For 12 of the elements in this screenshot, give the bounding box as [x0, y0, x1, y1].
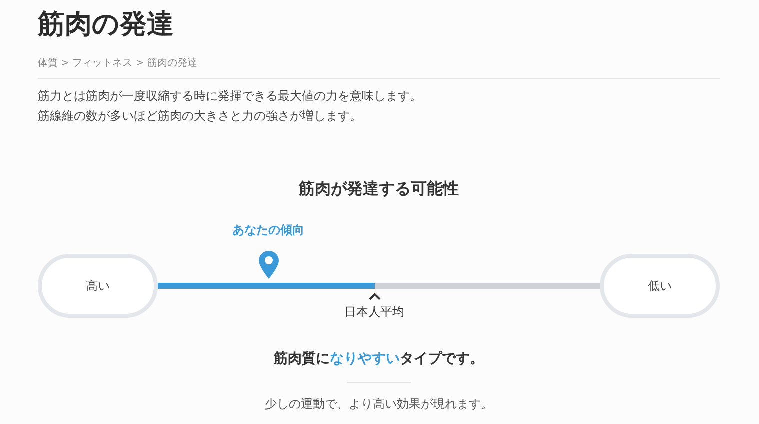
- result-text: 筋肉質になりやすいタイプです。: [274, 350, 484, 368]
- caret-icon: [368, 293, 381, 300]
- your-tendency-label: あなたの傾向: [232, 222, 306, 239]
- result-note: 少しの運動で、より高い効果が現れます。: [265, 396, 493, 413]
- average-label: 日本人平均: [344, 304, 406, 321]
- breadcrumb: 体質 > フィットネス > 筋肉の発達: [38, 56, 198, 70]
- section-title: 筋肉が発達する可能性: [299, 179, 459, 200]
- high-label: 高い: [38, 254, 158, 318]
- low-label: 低い: [600, 254, 720, 318]
- intro-text: 筋力とは筋肉が一度収縮する時に発揮できる最大値の力を意味します。: [38, 88, 423, 104]
- page-title: 筋肉の発達: [38, 8, 175, 42]
- intro-text: 筋線維の数が多いほど筋肉の大きさと力の強さが増します。: [38, 108, 363, 124]
